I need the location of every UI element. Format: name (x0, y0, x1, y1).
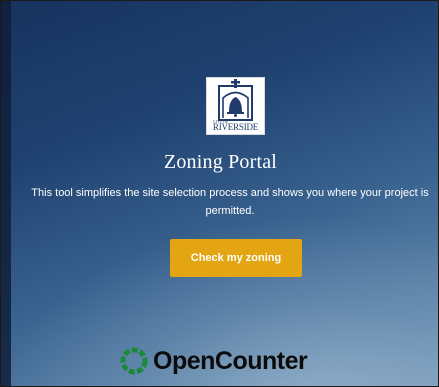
left-edge-shadow (1, 1, 11, 386)
opencounter-brand: OpenCounter (119, 345, 308, 377)
city-logo: CITY OF RIVERSIDE (206, 77, 265, 135)
page-description: This tool simplifies the site selection … (31, 187, 429, 217)
opencounter-logo-icon (120, 347, 148, 375)
page-title: Zoning Portal (163, 151, 278, 173)
zoning-portal-landing: CITY OF RIVERSIDE Zoning Portal This too… (0, 0, 439, 387)
logo-city-name: RIVERSIDE (212, 122, 259, 132)
brand-name: OpenCounter (153, 347, 308, 375)
check-my-zoning-button[interactable]: Check my zoning (170, 239, 302, 277)
